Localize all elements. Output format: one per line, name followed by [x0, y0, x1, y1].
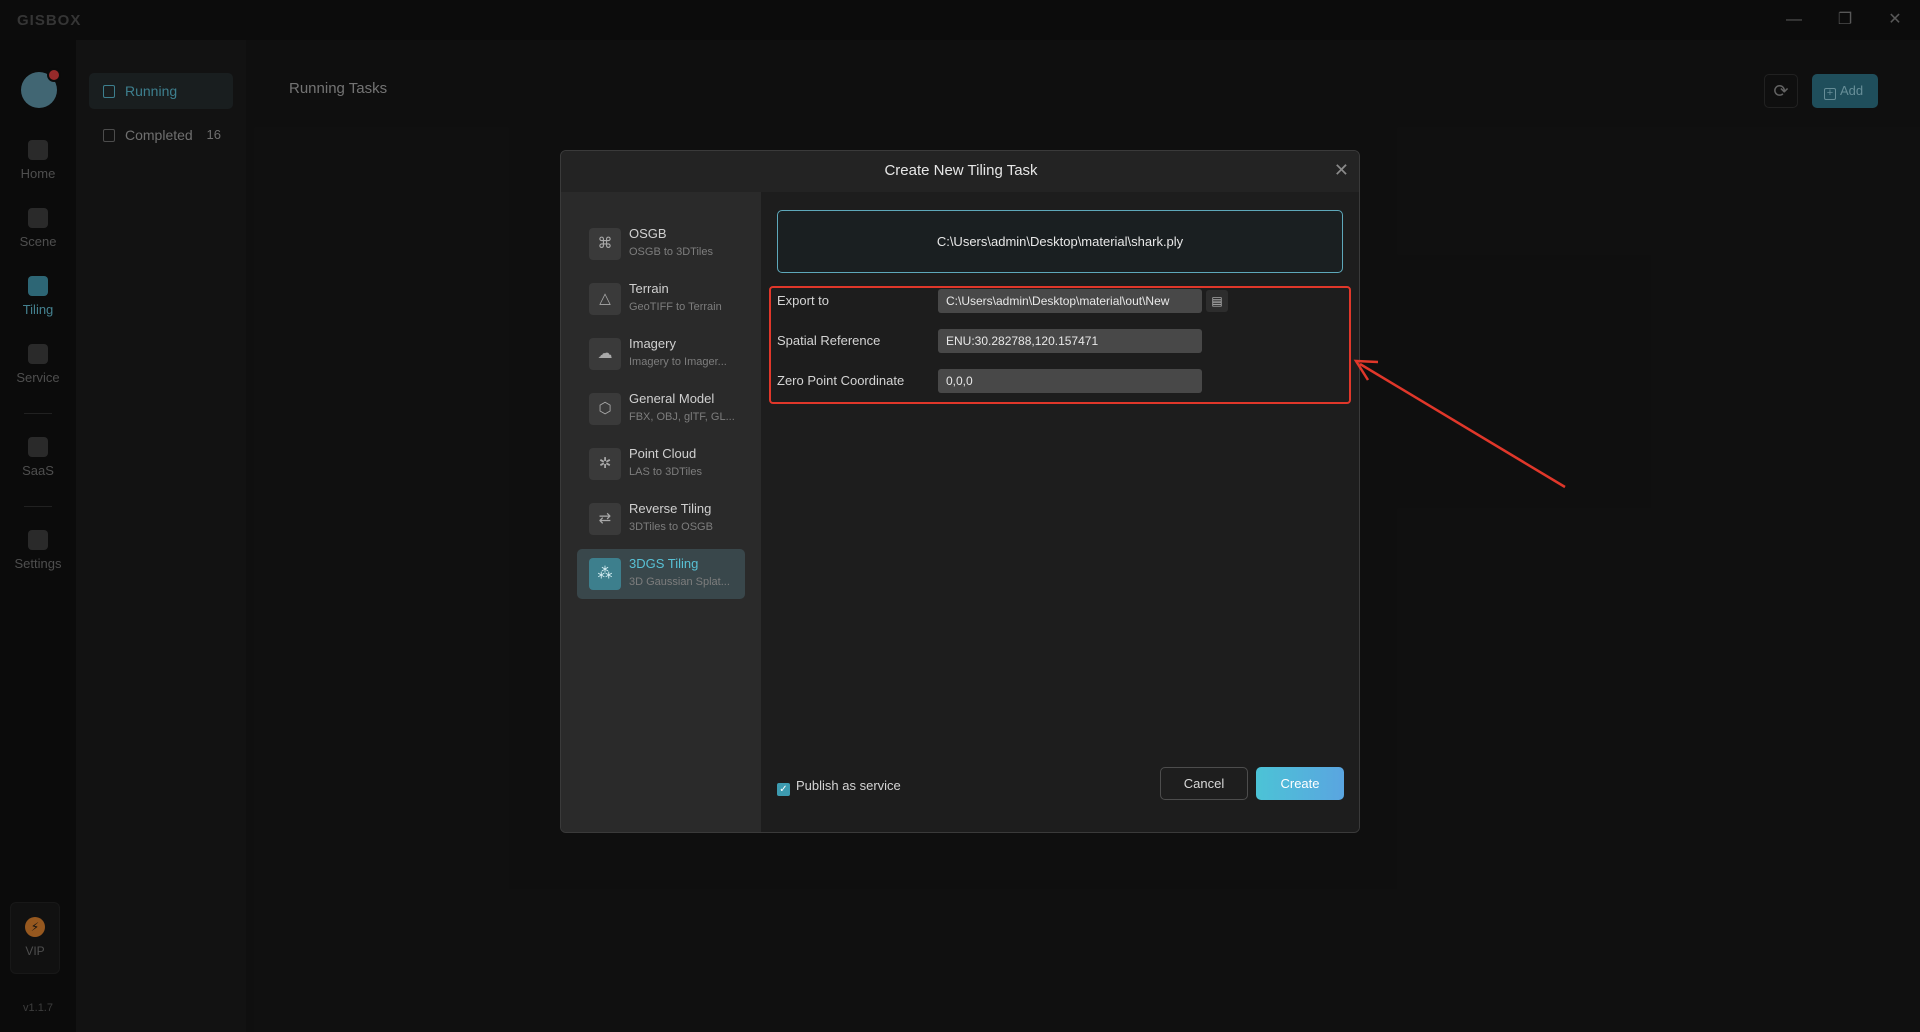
create-tiling-task-dialog: Create New Tiling Task ✕ ⌘ OSGB OSGB to … — [560, 150, 1360, 833]
dialog-title: Create New Tiling Task — [884, 162, 1038, 179]
task-type-desc: LAS to 3DTiles — [629, 466, 702, 478]
reverse-icon: ⇄ — [589, 503, 621, 535]
export-path-input[interactable]: C:\Users\admin\Desktop\material\out\New — [938, 289, 1202, 313]
model-icon: ⬡ — [589, 393, 621, 425]
zero-point-label: Zero Point Coordinate — [777, 373, 905, 388]
zero-point-input[interactable]: 0,0,0 — [938, 369, 1202, 393]
task-type-desc: GeoTIFF to Terrain — [629, 301, 722, 313]
spatial-reference-label: Spatial Reference — [777, 333, 881, 348]
checkbox-check-icon: ✓ — [777, 783, 790, 796]
terrain-icon: △ — [589, 283, 621, 315]
task-type-name: 3DGS Tiling — [629, 556, 699, 571]
point-cloud-icon: ✲ — [589, 448, 621, 480]
spatial-reference-input[interactable]: ENU:30.282788,120.157471 — [938, 329, 1202, 353]
task-type-name: Point Cloud — [629, 446, 697, 461]
task-type-osgb[interactable]: ⌘ OSGB OSGB to 3DTiles — [577, 219, 745, 269]
task-type-general-model[interactable]: ⬡ General Model FBX, OBJ, glTF, GL... — [577, 384, 745, 434]
dialog-header: Create New Tiling Task ✕ — [561, 151, 1359, 192]
task-type-desc: OSGB to 3DTiles — [629, 246, 713, 258]
task-type-desc: Imagery to Imager... — [629, 356, 727, 368]
export-to-label: Export to — [777, 293, 830, 308]
input-file-dropzone[interactable]: C:\Users\admin\Desktop\material\shark.pl… — [777, 210, 1343, 273]
task-type-3dgs-tiling[interactable]: ⁂ 3DGS Tiling 3D Gaussian Splat... — [577, 549, 745, 599]
task-type-name: General Model — [629, 391, 715, 406]
dialog-body: C:\Users\admin\Desktop\material\shark.pl… — [761, 192, 1359, 832]
close-icon[interactable]: ✕ — [1334, 160, 1349, 181]
task-type-name: Reverse Tiling — [629, 501, 712, 516]
cancel-button[interactable]: Cancel — [1160, 767, 1248, 800]
osgb-icon: ⌘ — [589, 228, 621, 260]
task-type-name: OSGB — [629, 226, 667, 241]
task-type-imagery[interactable]: ☁ Imagery Imagery to Imager... — [577, 329, 745, 379]
publish-label: Publish as service — [796, 778, 901, 793]
task-type-list: ⌘ OSGB OSGB to 3DTiles △ Terrain GeoTIFF… — [561, 192, 761, 832]
task-type-terrain[interactable]: △ Terrain GeoTIFF to Terrain — [577, 274, 745, 324]
publish-as-service-checkbox[interactable]: ✓ Publish as service — [777, 778, 901, 796]
task-type-point-cloud[interactable]: ✲ Point Cloud LAS to 3DTiles — [577, 439, 745, 489]
gaussian-splat-icon: ⁂ — [589, 558, 621, 590]
task-type-name: Imagery — [629, 336, 676, 351]
task-type-desc: 3D Gaussian Splat... — [629, 576, 730, 588]
task-type-desc: FBX, OBJ, glTF, GL... — [629, 411, 735, 423]
folder-icon[interactable]: ▤ — [1206, 290, 1228, 312]
create-button[interactable]: Create — [1256, 767, 1344, 800]
task-type-name: Terrain — [629, 281, 669, 296]
imagery-icon: ☁ — [589, 338, 621, 370]
task-type-reverse-tiling[interactable]: ⇄ Reverse Tiling 3DTiles to OSGB — [577, 494, 745, 544]
task-type-desc: 3DTiles to OSGB — [629, 521, 713, 533]
